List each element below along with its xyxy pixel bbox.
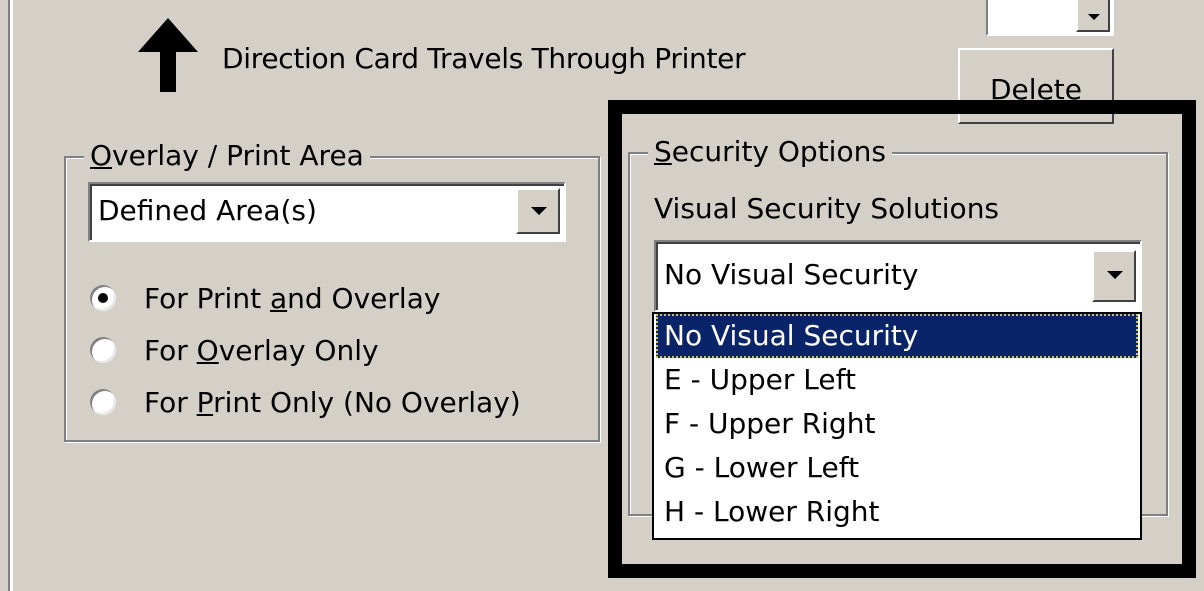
chevron-down-icon[interactable] bbox=[516, 188, 560, 234]
window-left-border bbox=[10, 0, 13, 591]
security-group-title: Security Options bbox=[648, 134, 892, 170]
overlay-combo-value: Defined Area(s) bbox=[98, 194, 317, 227]
dropdown-option-selected[interactable]: No Visual Security bbox=[656, 314, 1138, 358]
radio-button[interactable] bbox=[90, 389, 116, 415]
visual-security-dropdown-list[interactable]: No Visual Security E - Upper Left F - Up… bbox=[652, 312, 1142, 540]
chevron-down-icon[interactable] bbox=[1076, 0, 1110, 32]
radio-print-and-overlay[interactable]: For Print and Overlay bbox=[90, 276, 440, 320]
dropdown-option[interactable]: F - Upper Right bbox=[656, 402, 1138, 446]
security-combo-value: No Visual Security bbox=[664, 258, 919, 291]
radio-label: For Overlay Only bbox=[144, 333, 379, 367]
top-spinner-control[interactable] bbox=[986, 0, 1114, 36]
dropdown-option[interactable]: G - Lower Left bbox=[656, 446, 1138, 490]
up-arrow-icon bbox=[138, 18, 198, 92]
overlay-print-area-group: Overlay / Print Area Defined Area(s) For… bbox=[64, 138, 600, 442]
visual-security-label: Visual Security Solutions bbox=[654, 192, 1000, 225]
radio-label: For Print Only (No Overlay) bbox=[144, 385, 521, 419]
radio-button-checked[interactable] bbox=[90, 285, 116, 311]
dropdown-option[interactable]: E - Upper Left bbox=[656, 358, 1138, 402]
radio-label: For Print and Overlay bbox=[144, 281, 441, 315]
chevron-down-icon[interactable] bbox=[1092, 250, 1136, 302]
window-left-edge bbox=[0, 0, 10, 591]
overlay-group-title: Overlay / Print Area bbox=[84, 138, 370, 174]
radio-overlay-only[interactable]: For Overlay Only bbox=[90, 328, 379, 372]
visual-security-combo[interactable]: No Visual Security bbox=[654, 240, 1142, 312]
radio-button[interactable] bbox=[90, 337, 116, 363]
direction-label: Direction Card Travels Through Printer bbox=[222, 42, 746, 75]
overlay-area-combo[interactable]: Defined Area(s) bbox=[88, 182, 566, 242]
radio-print-only[interactable]: For Print Only (No Overlay) bbox=[90, 380, 521, 424]
dropdown-option[interactable]: H - Lower Right bbox=[656, 490, 1138, 534]
